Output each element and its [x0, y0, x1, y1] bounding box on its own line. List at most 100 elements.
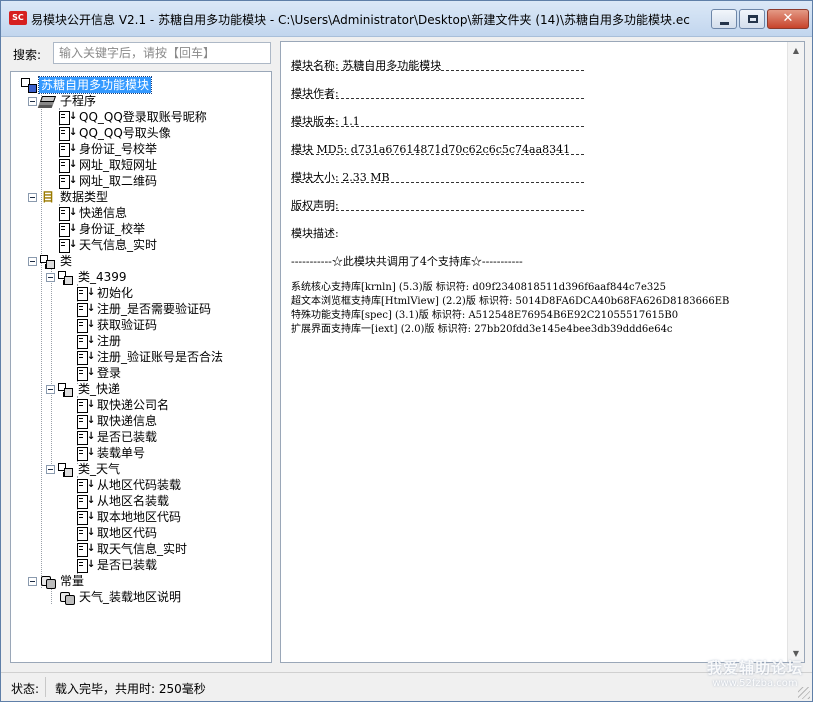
function-icon: ↓	[77, 366, 95, 381]
constant-icon	[59, 590, 75, 605]
tree-item-method[interactable]: ↓ 获取验证码	[77, 317, 159, 333]
maximize-icon	[748, 15, 758, 23]
function-icon: ↓	[77, 286, 95, 301]
tree-item-method[interactable]: ↓ 是否已装载	[77, 557, 159, 573]
status-divider	[45, 677, 46, 697]
tree-item-method[interactable]: ↓ 注册_验证账号是否合法	[77, 349, 225, 365]
tree-item-subprogram[interactable]: ↓ QQ_QQ号取头像	[59, 125, 173, 141]
scroll-up-arrow-icon[interactable]: ▲	[788, 42, 804, 59]
subprogram-folder-icon	[40, 94, 56, 108]
tree-item-subprogram[interactable]: ↓ 身份证_号校举	[59, 141, 159, 157]
constant-icon	[40, 574, 56, 589]
collapse-toggle-icon[interactable]	[46, 464, 55, 474]
tree-item-method[interactable]: ↓ 取本地地区代码	[77, 509, 183, 525]
search-label: 搜索:	[13, 48, 42, 62]
tree-node-class-4399[interactable]: 类_4399	[46, 269, 129, 285]
tree-node-class-weather[interactable]: 类_天气	[46, 461, 122, 477]
tree-item-datatype[interactable]: ↓ 天气信息_实时	[59, 237, 159, 253]
function-icon: ↓	[77, 430, 95, 445]
tree-item-method[interactable]: ↓ 从地区名装载	[77, 493, 171, 509]
datatype-icon: 目	[41, 190, 54, 204]
library-entry: 扩展界面支持库一[iext] (2.0)版 标识符: 27bb20fdd3e14…	[291, 324, 673, 335]
tree-item-label: 取地区代码	[97, 526, 158, 540]
collapse-toggle-icon[interactable]	[28, 576, 37, 586]
class-icon	[58, 270, 74, 285]
tree-item-method[interactable]: ↓ 从地区代码装载	[77, 477, 183, 493]
maximize-button[interactable]	[739, 9, 765, 29]
tree-item-label: QQ_QQ号取头像	[79, 126, 171, 140]
close-icon: ✕	[782, 11, 794, 26]
minimize-icon	[720, 22, 729, 25]
collapse-toggle-icon[interactable]	[46, 272, 55, 282]
function-icon: ↓	[77, 398, 95, 413]
resize-grip-icon[interactable]	[798, 687, 810, 699]
divider	[291, 210, 584, 211]
tree-item-label: 注册	[97, 334, 122, 348]
search-input[interactable]	[53, 42, 271, 64]
library-entry: 特殊功能支持库[spec] (3.1)版 标识符: A512548E76954B…	[291, 310, 679, 321]
tree-item-method[interactable]: ↓ 登录	[77, 365, 123, 381]
tree-node-label: 子程序	[60, 94, 97, 108]
tree-item-datatype[interactable]: ↓ 身份证_校举	[59, 221, 147, 237]
module-info-panel: 模块名称: 苏糖自用多功能模块 模块作者: 模块版本: 1.1 模块 MD5: …	[280, 41, 805, 663]
function-icon: ↓	[77, 350, 95, 365]
tree-item-subprogram[interactable]: ↓ 网址_取二维码	[59, 173, 159, 189]
tree-node-classes[interactable]: 类	[28, 253, 74, 269]
tree-item-subprogram[interactable]: ↓ 网址_取短网址	[59, 157, 159, 173]
tree-item-label: 从地区名装载	[97, 494, 170, 508]
tree-node-datatypes[interactable]: 目 数据类型	[28, 189, 110, 205]
tree-item-label: 注册_验证账号是否合法	[97, 350, 224, 364]
title-bar[interactable]: SC 易模块公开信息 V2.1 - 苏糖自用多功能模块 - C:\Users\A…	[1, 1, 812, 37]
vertical-scrollbar[interactable]: ▲ ▼	[787, 42, 804, 662]
function-icon: ↓	[77, 494, 95, 509]
tree-root[interactable]: 苏糖自用多功能模块	[21, 76, 153, 94]
tree-line	[51, 268, 52, 464]
function-icon: ↓	[77, 302, 95, 317]
function-icon: ↓	[59, 174, 77, 189]
tree-item-datatype[interactable]: ↓ 快递信息	[59, 205, 129, 221]
tree-item-method[interactable]: ↓ 取天气信息_实时	[77, 541, 189, 557]
function-icon: ↓	[77, 318, 95, 333]
minimize-button[interactable]	[711, 9, 737, 29]
module-root-icon	[21, 78, 37, 93]
tree-item-label: 网址_取短网址	[79, 158, 158, 172]
status-label: 状态:	[11, 682, 40, 696]
window-title: 易模块公开信息 V2.1 - 苏糖自用多功能模块 - C:\Users\Admi…	[31, 13, 690, 27]
collapse-toggle-icon[interactable]	[46, 384, 55, 394]
function-icon: ↓	[77, 526, 95, 541]
collapse-toggle-icon[interactable]	[28, 256, 37, 266]
tree-node-constants[interactable]: 常量	[28, 573, 86, 589]
tree-item-label: 从地区代码装载	[97, 478, 182, 492]
status-text: 载入完毕，共用时: 250毫秒	[55, 682, 206, 696]
tree-item-method[interactable]: ↓ 取快递信息	[77, 413, 159, 429]
divider	[291, 70, 584, 71]
tree-line	[41, 92, 42, 588]
tree-item-label: 天气信息_实时	[79, 238, 158, 252]
tree-node-subprograms[interactable]: 子程序	[28, 93, 98, 109]
tree-item-method[interactable]: ↓ 注册	[77, 333, 123, 349]
module-tree[interactable]: 苏糖自用多功能模块 子程序 ↓ QQ_QQ登录取账号昵称 ↓ QQ_QQ号取头像 ↓…	[10, 71, 272, 663]
tree-node-label: 数据类型	[60, 190, 109, 204]
collapse-toggle-icon[interactable]	[28, 192, 37, 202]
tree-node-label: 常量	[60, 574, 85, 588]
function-icon: ↓	[77, 446, 95, 461]
collapse-toggle-icon[interactable]	[28, 96, 37, 106]
function-icon: ↓	[77, 334, 95, 349]
tree-node-class-express[interactable]: 类_快递	[46, 381, 122, 397]
panel-splitter[interactable]	[273, 41, 279, 663]
scroll-down-arrow-icon[interactable]: ▼	[788, 645, 804, 662]
tree-item-constant[interactable]: 天气_装载地区说明	[59, 589, 183, 605]
tree-item-method[interactable]: ↓ 注册_是否需要验证码	[77, 301, 213, 317]
tree-item-method[interactable]: ↓ 初始化	[77, 285, 135, 301]
tree-item-label: 获取验证码	[97, 318, 158, 332]
tree-item-label: 装载单号	[97, 446, 146, 460]
tree-item-method[interactable]: ↓ 装载单号	[77, 445, 147, 461]
divider	[291, 154, 584, 155]
function-icon: ↓	[77, 542, 95, 557]
tree-item-method[interactable]: ↓ 是否已装载	[77, 429, 159, 445]
tree-item-method[interactable]: ↓ 取地区代码	[77, 525, 159, 541]
tree-item-subprogram[interactable]: ↓ QQ_QQ登录取账号昵称	[59, 109, 209, 125]
tree-item-method[interactable]: ↓ 取快递公司名	[77, 397, 171, 413]
close-button[interactable]: ✕	[767, 9, 809, 29]
divider	[291, 98, 584, 99]
